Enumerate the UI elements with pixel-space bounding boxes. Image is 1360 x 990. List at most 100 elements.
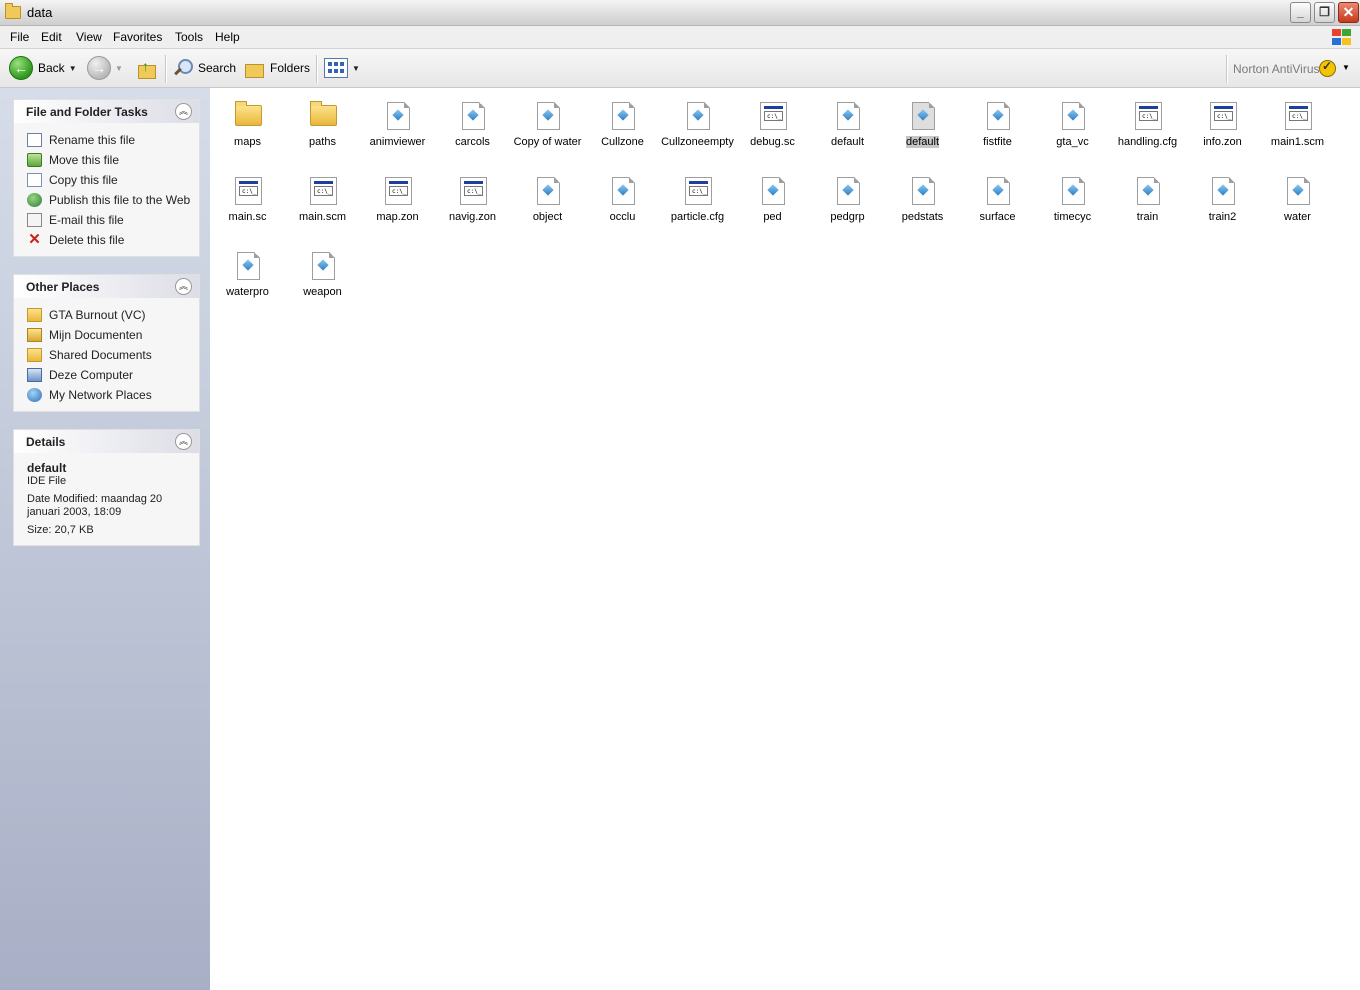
place-gta-burnout-vc[interactable]: GTA Burnout (VC): [14, 305, 199, 325]
computer-icon: [27, 368, 42, 382]
place-deze-computer[interactable]: Deze Computer: [14, 365, 199, 385]
file-item[interactable]: pedstats: [885, 171, 960, 241]
file-item[interactable]: train2: [1185, 171, 1260, 241]
file-name: handling.cfg: [1110, 136, 1185, 148]
file-item[interactable]: train: [1110, 171, 1185, 241]
file-item[interactable]: paths: [285, 96, 360, 166]
file-item[interactable]: c:\_ map.zon: [360, 171, 435, 241]
up-folder-button[interactable]: ↑: [137, 56, 156, 80]
program-file-icon: c:\_: [460, 177, 487, 205]
menu-file[interactable]: File: [10, 30, 29, 44]
document-file-icon: [462, 102, 485, 130]
task-rename-this-file[interactable]: Rename this file: [14, 130, 199, 150]
file-item[interactable]: ped: [735, 171, 810, 241]
file-item[interactable]: surface: [960, 171, 1035, 241]
file-item[interactable]: animviewer: [360, 96, 435, 166]
document-file-icon: [312, 252, 335, 280]
collapse-icon[interactable]: ︽: [175, 278, 192, 295]
document-file-icon: [837, 177, 860, 205]
close-button[interactable]: ✕: [1338, 2, 1359, 23]
views-button[interactable]: ▼: [324, 56, 360, 80]
panel-header[interactable]: File and Folder Tasks ︽: [14, 100, 199, 123]
minimize-button[interactable]: _: [1290, 2, 1311, 23]
file-name: navig.zon: [435, 211, 510, 223]
place-mijn-documenten[interactable]: Mijn Documenten: [14, 325, 199, 345]
folder-icon: [310, 101, 337, 126]
chevron-down-icon[interactable]: ▼: [352, 64, 360, 73]
chevron-down-icon[interactable]: ▼: [1342, 63, 1350, 72]
toolbar-separator: [1226, 55, 1228, 83]
file-item[interactable]: c:\_ main.sc: [210, 171, 285, 241]
file-item[interactable]: occlu: [585, 171, 660, 241]
document-file-icon: [237, 252, 260, 280]
task-delete-this-file[interactable]: ✕ Delete this file: [14, 230, 199, 250]
file-item[interactable]: maps: [210, 96, 285, 166]
file-item[interactable]: gta_vc: [1035, 96, 1110, 166]
file-name-text: debug.sc: [750, 136, 795, 148]
place-label: Mijn Documenten: [49, 328, 143, 342]
file-name-text: water: [1284, 211, 1311, 223]
file-item[interactable]: fistfite: [960, 96, 1035, 166]
file-item[interactable]: carcols: [435, 96, 510, 166]
file-item[interactable]: pedgrp: [810, 171, 885, 241]
document-file-icon: [987, 177, 1010, 205]
file-item[interactable]: default: [810, 96, 885, 166]
task-label: Copy this file: [49, 173, 118, 187]
forward-button[interactable]: → ▼: [87, 56, 123, 80]
search-button[interactable]: Search: [172, 56, 236, 80]
collapse-icon[interactable]: ︽: [175, 433, 192, 450]
file-item[interactable]: c:\_ navig.zon: [435, 171, 510, 241]
search-label: Search: [198, 61, 237, 75]
menu-favorites[interactable]: Favorites: [113, 30, 162, 44]
file-item[interactable]: default: [885, 96, 960, 166]
chevron-down-icon[interactable]: ▼: [115, 64, 123, 73]
menu-help[interactable]: Help: [215, 30, 240, 44]
file-item[interactable]: c:\_ main1.scm: [1260, 96, 1335, 166]
file-item[interactable]: weapon: [285, 246, 360, 316]
collapse-icon[interactable]: ︽: [175, 103, 192, 120]
file-item[interactable]: c:\_ debug.sc: [735, 96, 810, 166]
task-publish-this-file-to-the-web[interactable]: Publish this file to the Web: [14, 190, 199, 210]
toolbar: ← Back ▼ → ▼ ↑ Search Folders ▼ Norton A…: [0, 49, 1360, 88]
menu-edit[interactable]: Edit: [41, 30, 62, 44]
task-e-mail-this-file[interactable]: E-mail this file: [14, 210, 199, 230]
file-item[interactable]: c:\_ particle.cfg: [660, 171, 735, 241]
file-item[interactable]: Cullzoneempty: [660, 96, 735, 166]
views-icon: [324, 58, 348, 78]
file-item[interactable]: object: [510, 171, 585, 241]
program-file-icon: c:\_: [1285, 102, 1312, 130]
file-name-text: main.sc: [228, 211, 267, 223]
place-shared-documents[interactable]: Shared Documents: [14, 345, 199, 365]
back-button[interactable]: ← Back ▼: [9, 56, 77, 80]
norton-antivirus-label[interactable]: Norton AntiVirus: [1233, 62, 1320, 76]
file-name-text: animviewer: [369, 136, 426, 148]
file-item[interactable]: water: [1260, 171, 1335, 241]
file-item[interactable]: c:\_ info.zon: [1185, 96, 1260, 166]
norton-icon[interactable]: [1319, 59, 1336, 77]
task-pane: File and Folder Tasks ︽ Rename this file…: [0, 88, 210, 990]
place-my-network-places[interactable]: My Network Places: [14, 385, 199, 405]
panel-header[interactable]: Details ︽: [14, 430, 199, 453]
file-item[interactable]: Copy of water: [510, 96, 585, 166]
delete-icon: ✕: [28, 231, 41, 248]
email-icon: [27, 213, 42, 227]
task-label: E-mail this file: [49, 213, 124, 227]
task-move-this-file[interactable]: Move this file: [14, 150, 199, 170]
restore-button[interactable]: ❐: [1314, 2, 1335, 23]
panel-title: Other Places: [26, 280, 100, 294]
file-item[interactable]: c:\_ main.scm: [285, 171, 360, 241]
file-item[interactable]: waterpro: [210, 246, 285, 316]
menu-view[interactable]: View: [76, 30, 102, 44]
file-item[interactable]: c:\_ handling.cfg: [1110, 96, 1185, 166]
task-copy-this-file[interactable]: Copy this file: [14, 170, 199, 190]
chevron-down-icon[interactable]: ▼: [69, 64, 77, 73]
file-item[interactable]: timecyc: [1035, 171, 1110, 241]
file-item[interactable]: Cullzone: [585, 96, 660, 166]
folders-button[interactable]: Folders: [244, 56, 310, 80]
file-view[interactable]: maps paths animviewer carcols Copy of water C…: [210, 88, 1360, 990]
menu-tools[interactable]: Tools: [175, 30, 203, 44]
file-name: maps: [210, 136, 285, 148]
panel-header[interactable]: Other Places ︽: [14, 275, 199, 298]
file-name: ped: [735, 211, 810, 223]
place-label: GTA Burnout (VC): [49, 308, 146, 322]
